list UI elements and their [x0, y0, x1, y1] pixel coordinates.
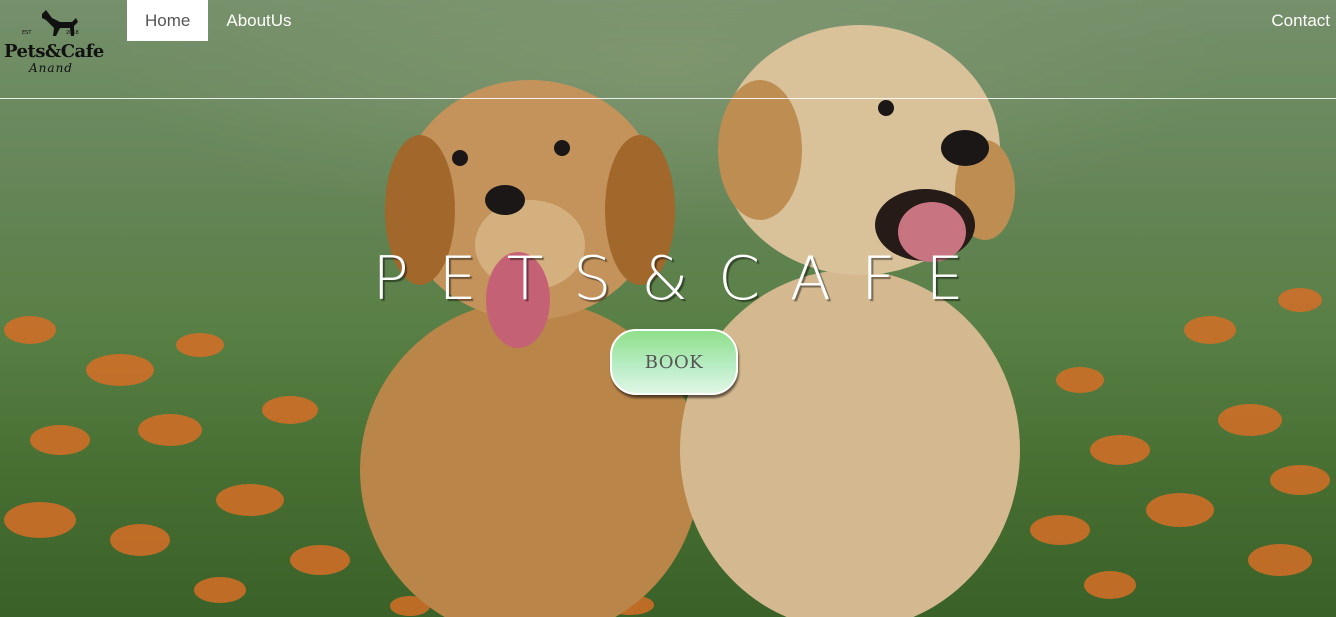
hero-title: PETS&CAFE — [372, 244, 994, 314]
nav-item-home[interactable]: Home — [127, 0, 209, 41]
logo-year: 2018 — [66, 30, 79, 36]
nav-item-contact[interactable]: Contact — [1271, 0, 1330, 41]
logo-title: Pets&Cafe — [4, 41, 104, 62]
nav-item-aboutus[interactable]: AboutUs — [208, 0, 309, 41]
site-header: EST 2018 Pets&Cafe Anand Home AboutUs Co… — [0, 0, 1336, 99]
dog-icon: EST 2018 — [22, 10, 79, 36]
brand-logo[interactable]: EST 2018 Pets&Cafe Anand — [4, 8, 104, 90]
logo-est: EST — [22, 30, 32, 36]
logo-subtitle: Anand — [29, 61, 73, 75]
book-button[interactable]: BOOK — [610, 329, 738, 395]
main-nav: Home AboutUs — [127, 0, 310, 41]
